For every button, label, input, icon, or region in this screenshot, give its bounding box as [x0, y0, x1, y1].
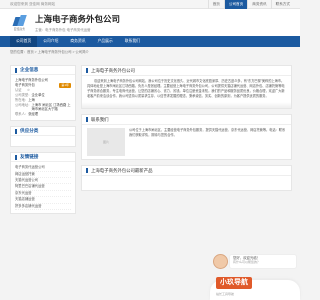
nav-item-about[interactable]: 公司介绍 [37, 36, 64, 47]
company-info-panel: 企业信息 上海电子商务外包公司 电子商务外包 第1年 认证 ☆ 公司类型： 企业单位 … [10, 65, 76, 122]
contact-text: 公司位于上海市闸北区，主要经营电子商务外包服务，提供天猫代运营、京东代运营、网店… [129, 128, 286, 138]
panel-title: 企业信息 [20, 67, 39, 72]
intro-panel: 上海电子商务外包公司 欢迎来到上海电子商务外包公司网站，我公司位于历史文化悠久、… [81, 65, 292, 110]
logo-caption: 亚佳商务 [13, 26, 26, 31]
chat-banner[interactable]: 您好，欢迎光临！ 有什么可以帮您的？ 小玖导航 站长工具导航 [210, 254, 300, 300]
top-bar: 欢迎您来到 亚佳网 商务网站 首页 公司首页 商务资讯 联系方式 [0, 0, 300, 9]
category-panel: 供应分类 [10, 126, 76, 148]
company-name: 上海电子商务外包公司 [35, 14, 121, 24]
contact-title: 联系我们 [91, 116, 109, 122]
welcome-text: 欢迎您来到 亚佳网 商务网站 [10, 1, 56, 6]
top-link-contact[interactable]: 联系方式 [270, 0, 294, 9]
products-panel: 上海电子商务外包公司最新产品 [81, 165, 292, 192]
watermark-banner[interactable]: 小玖导航 [216, 277, 252, 289]
avatar [213, 254, 228, 269]
links-panel: 友情链接 电子商务代运营公司 网店运营托管 天猫代运营公司 阿里巴巴店铺代运营 … [10, 152, 76, 215]
main-nav: 公司首页 公司介绍 商务资讯 产品展示 联系我们 [0, 36, 300, 47]
top-link-home[interactable]: 首页 [207, 0, 224, 9]
link-item[interactable]: 拼多多店铺代运营 [15, 204, 71, 211]
intro-text: 欢迎来到上海电子商务外包公司网站，我公司位于历史文化悠久、近代城市文化底蕴深厚、… [87, 79, 285, 99]
chat-bubble[interactable]: 您好，欢迎光临！ 有什么可以帮您的？ [229, 254, 297, 269]
products-title: 上海电子商务外包公司最新产品 [91, 167, 153, 173]
nav-item-news[interactable]: 商务资讯 [64, 36, 91, 47]
nav-item-company-home[interactable]: 公司首页 [10, 36, 38, 47]
watermark-sub: 站长工具导航 [216, 292, 235, 296]
sidebar: 企业信息 上海电子商务外包公司 电子商务外包 第1年 认证 ☆ 公司类型： 企业单位 … [10, 65, 76, 219]
logo[interactable]: 亚佳商务 [10, 14, 29, 31]
top-link-company-home[interactable]: 公司首页 [223, 0, 248, 9]
nav-item-contact[interactable]: 联系我们 [119, 36, 146, 47]
intro-title: 上海电子商务外包公司 [91, 67, 135, 73]
nav-item-products[interactable]: 产品展示 [92, 36, 119, 47]
breadcrumb: 您的位置：首页 > 上海电子商务外包公司 > 公司简介 [10, 49, 89, 54]
top-link-news[interactable]: 商务资讯 [247, 0, 270, 9]
main-content: 上海电子商务外包公司 欢迎来到上海电子商务外包公司网站，我公司位于历史文化悠久、… [81, 65, 292, 196]
company-business: 主营：电子商务外包·电子商务代运营 [35, 28, 91, 32]
top-links: 首页 公司首页 商务资讯 联系方式 [207, 0, 294, 9]
contact-panel: 联系我们 图片 公司位于上海市闸北区，主要经营电子商务外包服务，提供天猫代运营、… [81, 114, 292, 161]
logo-icon [12, 14, 27, 26]
contact-image: 图片 [87, 128, 125, 157]
site-header: 亚佳商务 上海电子商务外包公司 主营：电子商务外包·电子商务代运营 [0, 9, 300, 36]
